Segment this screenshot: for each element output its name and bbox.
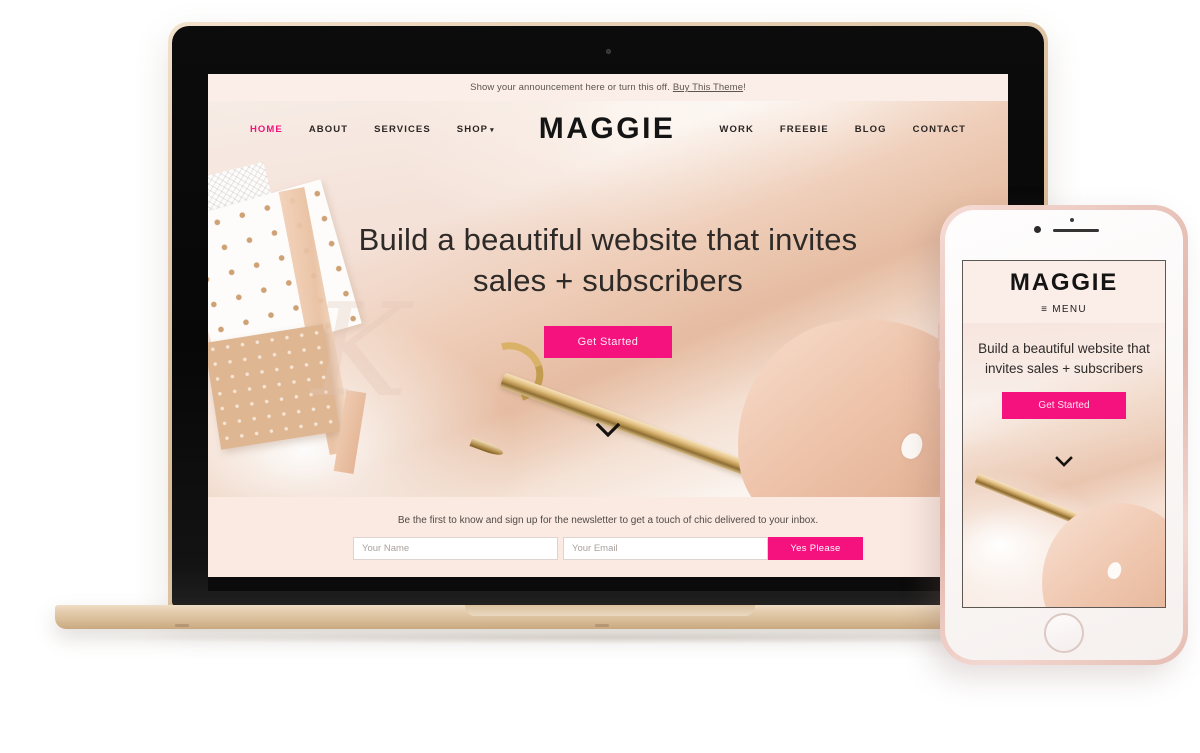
phone-scroll-down-chevron-icon[interactable] [1055, 455, 1073, 473]
scroll-down-chevron-icon[interactable] [595, 422, 621, 443]
announcement-bar: Show your announcement here or turn this… [208, 74, 1008, 101]
nav-item-home[interactable]: HOME [250, 124, 283, 135]
laptop-foot-center [595, 624, 609, 627]
phone-hero-section: Build a beautiful website that invites s… [963, 323, 1165, 607]
nav-item-about[interactable]: ABOUT [309, 124, 348, 135]
phone-hero-headline-line1: Build a beautiful website that [978, 341, 1150, 356]
buy-theme-link[interactable]: Buy This Theme [673, 82, 743, 93]
phone-front-camera-icon [1034, 226, 1041, 233]
nav-item-work[interactable]: WORK [719, 124, 753, 135]
hero-section: K HOME ABOUT SERVICES SHOP ▾ MAGGIE WORK… [208, 101, 1008, 497]
main-navigation: HOME ABOUT SERVICES SHOP ▾ MAGGIE WORK FR… [208, 101, 1008, 157]
newsletter-form: Yes Please [353, 536, 863, 560]
phone-site-logo[interactable]: MAGGIE [1010, 269, 1118, 297]
site-logo[interactable]: MAGGIE [539, 112, 676, 146]
newsletter-section: Be the first to know and sign up for the… [208, 497, 1008, 577]
hero-get-started-button[interactable]: Get Started [543, 326, 673, 359]
nav-item-blog[interactable]: BLOG [855, 124, 887, 135]
laptop-base-notch [465, 605, 755, 616]
nav-item-shop-label: SHOP [456, 123, 489, 135]
laptop-foot-left [175, 624, 189, 627]
phone-menu-button[interactable]: ≡ MENU [1041, 304, 1087, 315]
phone-hero-copy: Build a beautiful website that invites s… [963, 339, 1165, 420]
phone-menu-label: MENU [1052, 304, 1087, 315]
hero-headline-line1: Build a beautiful website that invites [358, 222, 858, 257]
newsletter-submit-button[interactable]: Yes Please [768, 536, 863, 560]
announcement-suffix: ! [743, 82, 746, 93]
nav-group-right: WORK FREEBIE BLOG CONTACT [719, 124, 966, 135]
announcement-text: Show your announcement here or turn this… [470, 82, 670, 93]
newsletter-email-input[interactable] [563, 536, 768, 560]
hamburger-icon: ≡ [1041, 304, 1049, 315]
phone-hero-headline-line2: invites sales + subscribers [985, 360, 1143, 376]
laptop-screen-viewport: Show your announcement here or turn this… [208, 74, 1008, 577]
newsletter-description: Be the first to know and sign up for the… [397, 514, 819, 526]
phone-get-started-button[interactable]: Get Started [1002, 392, 1126, 420]
hero-copy: Build a beautiful website that invites s… [208, 219, 1008, 359]
nav-group-left: HOME ABOUT SERVICES SHOP ▾ [250, 124, 495, 135]
phone-volume-up-button[interactable] [938, 323, 941, 351]
phone-earpiece-speaker [1053, 229, 1099, 232]
phone-proximity-sensor-icon [1070, 218, 1074, 222]
nav-item-services[interactable]: SERVICES [374, 124, 431, 135]
chevron-down-icon: ▾ [490, 126, 495, 134]
nav-item-contact[interactable]: CONTACT [913, 124, 966, 135]
newsletter-name-input[interactable] [353, 536, 558, 560]
nav-item-freebie[interactable]: FREEBIE [780, 124, 829, 135]
phone-screen-viewport: MAGGIE ≡ MENU Build a beautiful website t… [962, 260, 1166, 608]
phone-mockup: MAGGIE ≡ MENU Build a beautiful website t… [938, 205, 1188, 665]
mockup-stage: Show your announcement here or turn this… [0, 0, 1200, 753]
nav-item-shop[interactable]: SHOP ▾ [457, 124, 495, 135]
hero-headline-line2: sales + subscribers [473, 263, 743, 299]
laptop-mockup: Show your announcement here or turn this… [168, 22, 1048, 610]
laptop-webcam-icon [605, 49, 611, 54]
phone-site-header: MAGGIE ≡ MENU [963, 261, 1165, 323]
laptop-screen-chin [208, 577, 1008, 591]
phone-home-button[interactable] [1044, 613, 1084, 653]
phone-volume-down-button[interactable] [938, 361, 941, 389]
